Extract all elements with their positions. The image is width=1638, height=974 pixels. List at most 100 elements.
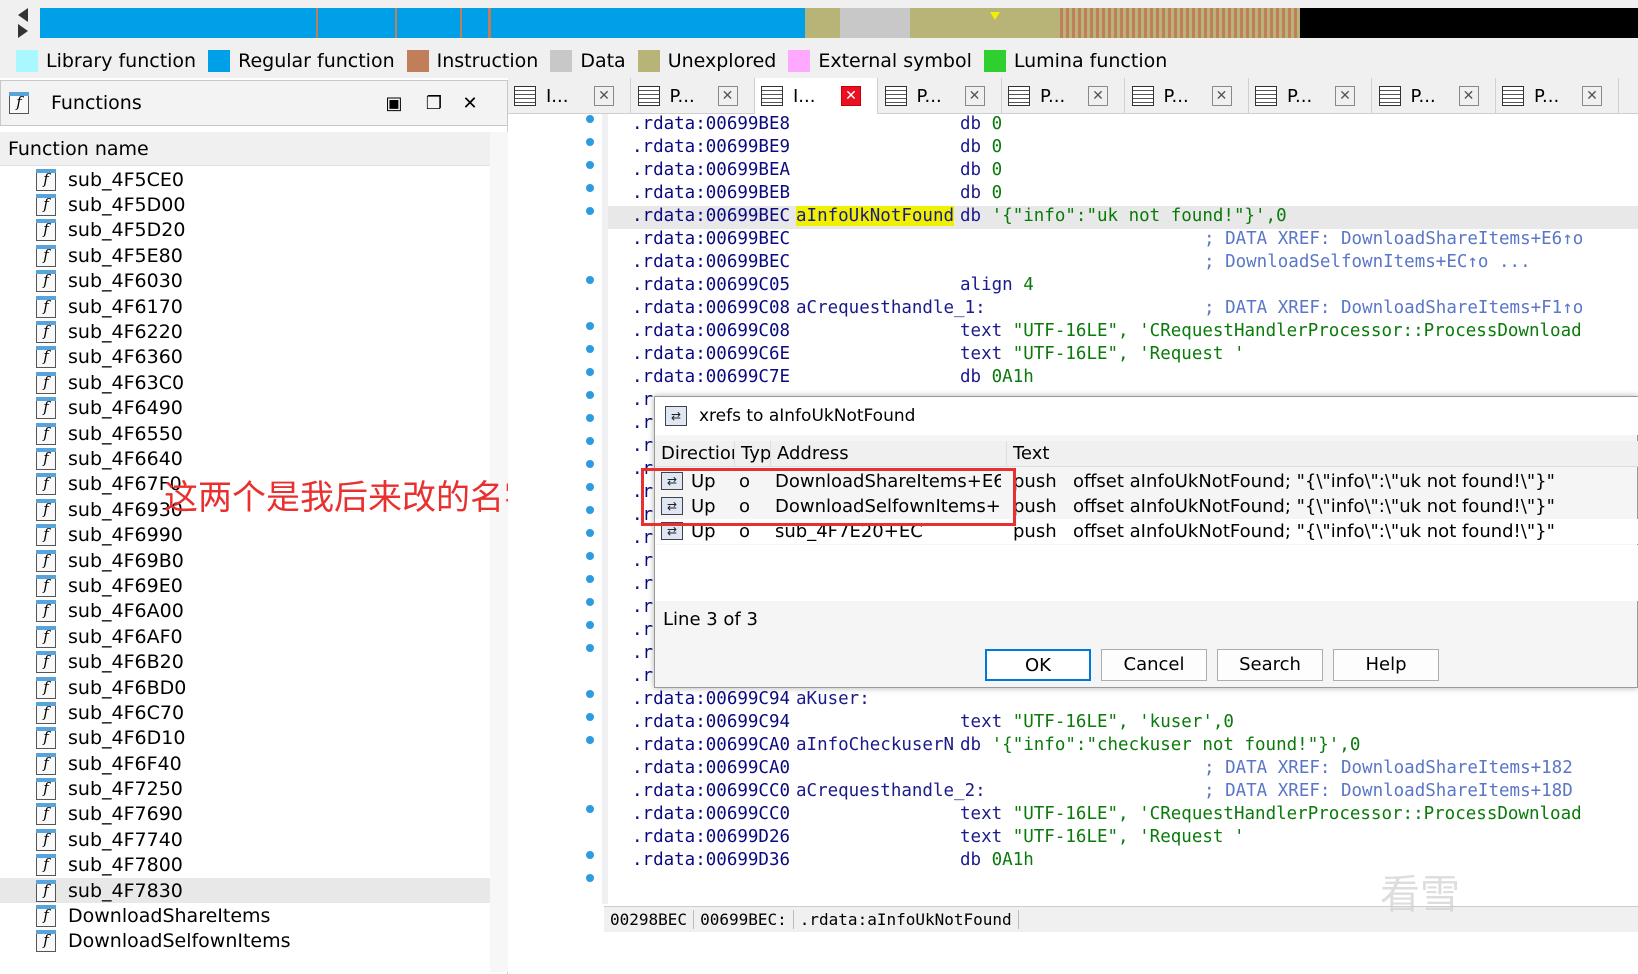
column-header-text[interactable]: Text bbox=[1007, 441, 1638, 467]
nav-scroll-arrows[interactable] bbox=[16, 6, 32, 38]
breakpoint-dot-icon[interactable] bbox=[586, 115, 594, 123]
tab-close-icon[interactable]: ✕ bbox=[1088, 86, 1108, 106]
disassembly-line[interactable]: .rdata:00699BEC ; DATA XREF: DownloadShar… bbox=[608, 229, 1638, 252]
line-label[interactable]: aKuser: bbox=[796, 689, 870, 709]
tab-close-icon[interactable]: ✕ bbox=[1335, 86, 1355, 106]
function-list-item[interactable]: f sub_4F6170 bbox=[0, 294, 490, 319]
ok-button[interactable]: OK bbox=[985, 649, 1091, 681]
disassembly-line[interactable]: .rdata:00699BE8 db 0 bbox=[608, 114, 1638, 137]
function-list-item[interactable]: f sub_4F63C0 bbox=[0, 370, 490, 395]
breakpoint-dot-icon[interactable] bbox=[586, 161, 594, 169]
function-list-scrollbar[interactable] bbox=[490, 132, 508, 972]
disassembly-line[interactable]: .rdata:00699BEC aInfoUkNotFound db '{"info… bbox=[608, 206, 1638, 229]
function-list-item[interactable]: f sub_4F6AF0 bbox=[0, 624, 490, 649]
view-tab[interactable]: P... ✕ bbox=[632, 78, 755, 114]
search-button[interactable]: Search bbox=[1217, 649, 1323, 681]
function-list-item[interactable]: f sub_4F6550 bbox=[0, 421, 490, 446]
breakpoint-dot-icon[interactable] bbox=[586, 644, 594, 652]
navigation-band[interactable] bbox=[0, 0, 1638, 44]
breakpoint-dot-icon[interactable] bbox=[586, 621, 594, 629]
tab-close-icon[interactable]: ✕ bbox=[717, 86, 738, 106]
tab-close-icon[interactable]: ✕ bbox=[1458, 86, 1479, 106]
function-list-item[interactable]: f sub_4F6A00 bbox=[0, 599, 490, 624]
cancel-button[interactable]: Cancel bbox=[1101, 649, 1207, 681]
column-header-type[interactable]: Typ bbox=[735, 441, 771, 467]
column-header-direction[interactable]: Direction bbox=[655, 441, 735, 467]
disassembly-line[interactable]: .rdata:00699BEB db 0 bbox=[608, 183, 1638, 206]
breakpoint-dot-icon[interactable] bbox=[586, 874, 594, 882]
tab-close-icon[interactable]: ✕ bbox=[1211, 86, 1232, 106]
breakpoint-dot-icon[interactable] bbox=[586, 437, 594, 445]
breakpoint-dot-icon[interactable] bbox=[586, 713, 594, 721]
breakpoint-dot-icon[interactable] bbox=[586, 138, 594, 146]
function-list-item[interactable]: f sub_4F5D20 bbox=[0, 218, 490, 243]
function-list-item[interactable]: f sub_4F6B20 bbox=[0, 649, 490, 674]
breakpoint-dot-icon[interactable] bbox=[586, 207, 594, 215]
view-tab[interactable]: P... ✕ bbox=[1126, 78, 1249, 114]
breakpoint-dot-icon[interactable] bbox=[586, 483, 594, 491]
arrow-left-icon[interactable] bbox=[18, 8, 28, 22]
breakpoint-dot-icon[interactable] bbox=[586, 368, 594, 376]
function-list-item[interactable]: f sub_4F69E0 bbox=[0, 573, 490, 598]
disassembly-line[interactable]: .rdata:00699C7E db 0A1h bbox=[608, 367, 1638, 390]
line-label[interactable]: aInfoCheckuserN bbox=[796, 735, 954, 755]
navigation-bar[interactable] bbox=[40, 8, 1638, 38]
function-list-item[interactable]: f sub_4F6030 bbox=[0, 269, 490, 294]
tab-close-icon[interactable]: ✕ bbox=[1582, 86, 1602, 106]
function-list-item[interactable]: f sub_4F6BD0 bbox=[0, 675, 490, 700]
breakpoint-dot-icon[interactable] bbox=[586, 690, 594, 698]
function-list-item[interactable]: f DownloadSelfownItems bbox=[0, 929, 490, 954]
view-tab[interactable]: P... ✕ bbox=[1002, 78, 1125, 114]
function-list-item[interactable]: f DownloadShareItems bbox=[0, 903, 490, 928]
line-label[interactable]: aCrequesthandle_2: bbox=[796, 781, 986, 801]
function-list-item[interactable]: f sub_4F5CE0 bbox=[0, 167, 490, 192]
disassembly-line[interactable]: .rdata:00699CA0 ; DATA XREF: DownloadShar… bbox=[608, 758, 1638, 781]
view-tab[interactable]: P... ✕ bbox=[879, 78, 1002, 114]
function-list-item[interactable]: f sub_4F6D10 bbox=[0, 726, 490, 751]
breakpoint-dot-icon[interactable] bbox=[586, 529, 594, 537]
function-list-item[interactable]: f sub_4F69B0 bbox=[0, 548, 490, 573]
restore-icon[interactable]: ❐ bbox=[423, 93, 445, 115]
disassembly-line[interactable]: .rdata:00699C08 text "UTF-16LE", 'CReques… bbox=[608, 321, 1638, 344]
view-tab[interactable]: I... ✕ bbox=[755, 78, 878, 114]
disassembly-line[interactable]: .rdata:00699C94 text "UTF-16LE", 'kuser',… bbox=[608, 712, 1638, 735]
function-list-item[interactable]: f sub_4F5D00 bbox=[0, 192, 490, 217]
disassembly-line[interactable]: .rdata:00699C05 align 4 bbox=[608, 275, 1638, 298]
function-list-item[interactable]: f sub_4F7830 bbox=[0, 877, 490, 904]
disassembly-line[interactable]: .rdata:00699CC0 aCrequesthandle_2: ; DATA … bbox=[608, 781, 1638, 804]
breakpoint-dot-icon[interactable] bbox=[586, 598, 594, 606]
function-list-item[interactable]: f sub_4F7250 bbox=[0, 776, 490, 801]
arrow-right-icon[interactable] bbox=[18, 24, 28, 38]
function-list-item[interactable]: f sub_4F7740 bbox=[0, 827, 490, 852]
disassembly-line[interactable]: .rdata:00699C94 aKuser: bbox=[608, 689, 1638, 712]
breakpoint-dot-icon[interactable] bbox=[586, 552, 594, 560]
view-tab[interactable]: P... ✕ bbox=[1373, 78, 1496, 114]
function-list[interactable]: f sub_4F5CE0 f sub_4F5D00 f sub_4F5D20 f sub_4F… bbox=[0, 167, 490, 967]
function-list-item[interactable]: f sub_4F6F40 bbox=[0, 751, 490, 776]
breakpoint-dot-icon[interactable] bbox=[586, 805, 594, 813]
breakpoint-dot-icon[interactable] bbox=[586, 736, 594, 744]
view-tab[interactable]: P... ✕ bbox=[1496, 78, 1619, 114]
function-list-item[interactable]: f sub_4F7800 bbox=[0, 853, 490, 878]
function-list-item[interactable]: f sub_4F6220 bbox=[0, 319, 490, 344]
breakpoint-dot-icon[interactable] bbox=[586, 391, 594, 399]
disassembly-line[interactable]: .rdata:00699C6E text "UTF-16LE", 'Request… bbox=[608, 344, 1638, 367]
tab-close-icon[interactable]: ✕ bbox=[594, 86, 614, 106]
disassembly-line[interactable]: .rdata:00699BEA db 0 bbox=[608, 160, 1638, 183]
function-list-item[interactable]: f sub_4F5E80 bbox=[0, 243, 490, 268]
function-list-item[interactable]: f sub_4F6490 bbox=[0, 396, 490, 421]
breakpoint-dot-icon[interactable] bbox=[586, 506, 594, 514]
function-list-item[interactable]: f sub_4F7690 bbox=[0, 802, 490, 827]
function-list-item[interactable]: f sub_4F6990 bbox=[0, 522, 490, 547]
disassembly-line[interactable]: .rdata:00699CA0 aInfoCheckuserN db '{"info… bbox=[608, 735, 1638, 758]
column-header-address[interactable]: Address bbox=[771, 441, 1007, 467]
breakpoint-dot-icon[interactable] bbox=[586, 276, 594, 284]
function-list-item[interactable]: f sub_4F6360 bbox=[0, 345, 490, 370]
disassembly-line[interactable]: .rdata:00699D26 text "UTF-16LE", 'Request… bbox=[608, 827, 1638, 850]
tab-close-icon[interactable]: ✕ bbox=[964, 86, 985, 106]
disassembly-line[interactable]: .rdata:00699CC0 text "UTF-16LE", 'CReques… bbox=[608, 804, 1638, 827]
function-name-column-header[interactable]: Function name bbox=[0, 132, 490, 166]
breakpoint-dot-icon[interactable] bbox=[586, 345, 594, 353]
xrefs-dialog-titlebar[interactable]: ⇄ xrefs to aInfoUkNotFound bbox=[655, 397, 1638, 435]
function-list-item[interactable]: f sub_4F6C70 bbox=[0, 700, 490, 725]
